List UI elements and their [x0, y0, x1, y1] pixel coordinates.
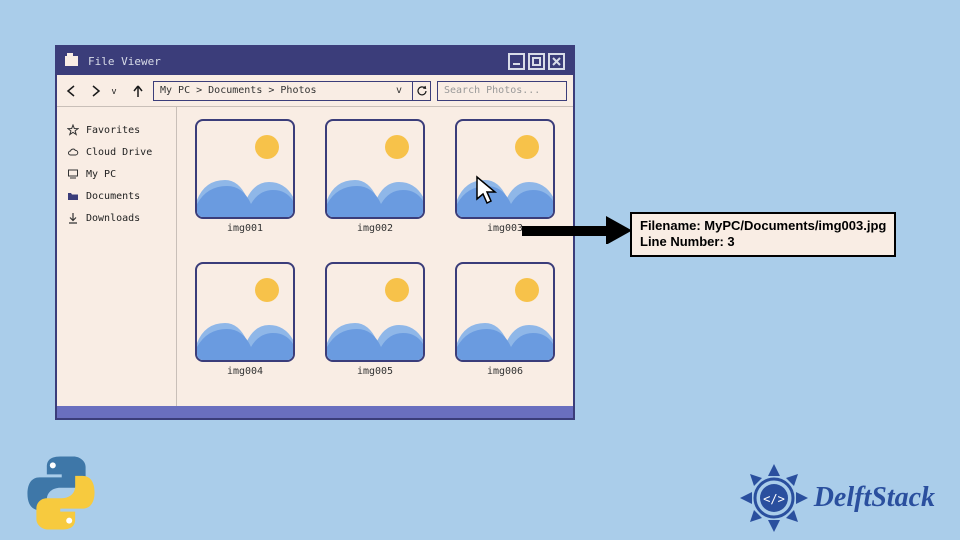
image-icon: [195, 262, 295, 362]
image-icon: [325, 262, 425, 362]
forward-dropdown[interactable]: v: [105, 82, 123, 100]
image-icon: [455, 262, 555, 362]
thumbnail-img001[interactable]: img001: [189, 119, 301, 252]
python-logo-icon: [20, 452, 102, 534]
sidebar-item-cloud[interactable]: Cloud Drive: [67, 141, 166, 163]
sidebar-item-downloads[interactable]: Downloads: [67, 207, 166, 229]
callout-filename: Filename: MyPC/Documents/img003.jpg: [640, 218, 886, 234]
close-button[interactable]: [548, 53, 565, 70]
sidebar: Favorites Cloud Drive My PC Documents Do…: [57, 107, 177, 406]
maximize-button[interactable]: [528, 53, 545, 70]
sidebar-item-label: Documents: [86, 191, 140, 202]
folder-icon: [67, 190, 79, 202]
titlebar: File Viewer: [57, 47, 573, 75]
breadcrumb-text: My PC > Documents > Photos: [160, 85, 317, 96]
sidebar-item-label: Cloud Drive: [86, 147, 152, 158]
image-icon: [325, 119, 425, 219]
thumbnail-label: img002: [357, 223, 393, 234]
thumbnail-img005[interactable]: img005: [319, 262, 431, 395]
thumbnail-label: img003: [487, 223, 523, 234]
sidebar-item-label: Favorites: [86, 125, 140, 136]
sidebar-item-label: Downloads: [86, 213, 140, 224]
image-icon: [195, 119, 295, 219]
sidebar-item-mypc[interactable]: My PC: [67, 163, 166, 185]
arrow-icon: [522, 216, 632, 244]
thumbnail-img002[interactable]: img002: [319, 119, 431, 252]
sidebar-item-documents[interactable]: Documents: [67, 185, 166, 207]
delftstack-logo: </> DelftStack: [738, 462, 935, 534]
callout-linenumber: Line Number: 3: [640, 234, 886, 250]
sidebar-item-favorites[interactable]: Favorites: [67, 119, 166, 141]
svg-text:</>: </>: [763, 492, 785, 506]
info-callout: Filename: MyPC/Documents/img003.jpg Line…: [630, 212, 896, 257]
refresh-button[interactable]: [413, 81, 431, 101]
thumbnail-label: img006: [487, 366, 523, 377]
content-grid: img001 img002 img003: [177, 107, 573, 406]
delftstack-text: DelftStack: [814, 482, 935, 514]
image-icon: [455, 119, 555, 219]
thumbnail-label: img005: [357, 366, 393, 377]
delftstack-icon: </>: [738, 462, 810, 534]
cloud-icon: [67, 146, 79, 158]
star-icon: [67, 124, 79, 136]
thumbnail-label: img001: [227, 223, 263, 234]
folder-icon: [65, 56, 78, 66]
download-icon: [67, 212, 79, 224]
search-input[interactable]: Search Photos...: [437, 81, 567, 101]
statusbar: [57, 406, 573, 418]
toolbar: v My PC > Documents > Photos v Search Ph…: [57, 75, 573, 107]
chevron-down-icon[interactable]: v: [396, 85, 402, 96]
back-button[interactable]: [63, 82, 81, 100]
breadcrumb-bar[interactable]: My PC > Documents > Photos v: [153, 81, 413, 101]
window-title: File Viewer: [88, 55, 161, 68]
up-button[interactable]: [129, 82, 147, 100]
thumbnail-img006[interactable]: img006: [449, 262, 561, 395]
minimize-button[interactable]: [508, 53, 525, 70]
thumbnail-label: img004: [227, 366, 263, 377]
thumbnail-img004[interactable]: img004: [189, 262, 301, 395]
search-placeholder: Search Photos...: [444, 85, 540, 96]
file-viewer-window: File Viewer v My PC > Documents > Photos: [55, 45, 575, 420]
pc-icon: [67, 168, 79, 180]
sidebar-item-label: My PC: [86, 169, 116, 180]
forward-button[interactable]: [87, 82, 105, 100]
